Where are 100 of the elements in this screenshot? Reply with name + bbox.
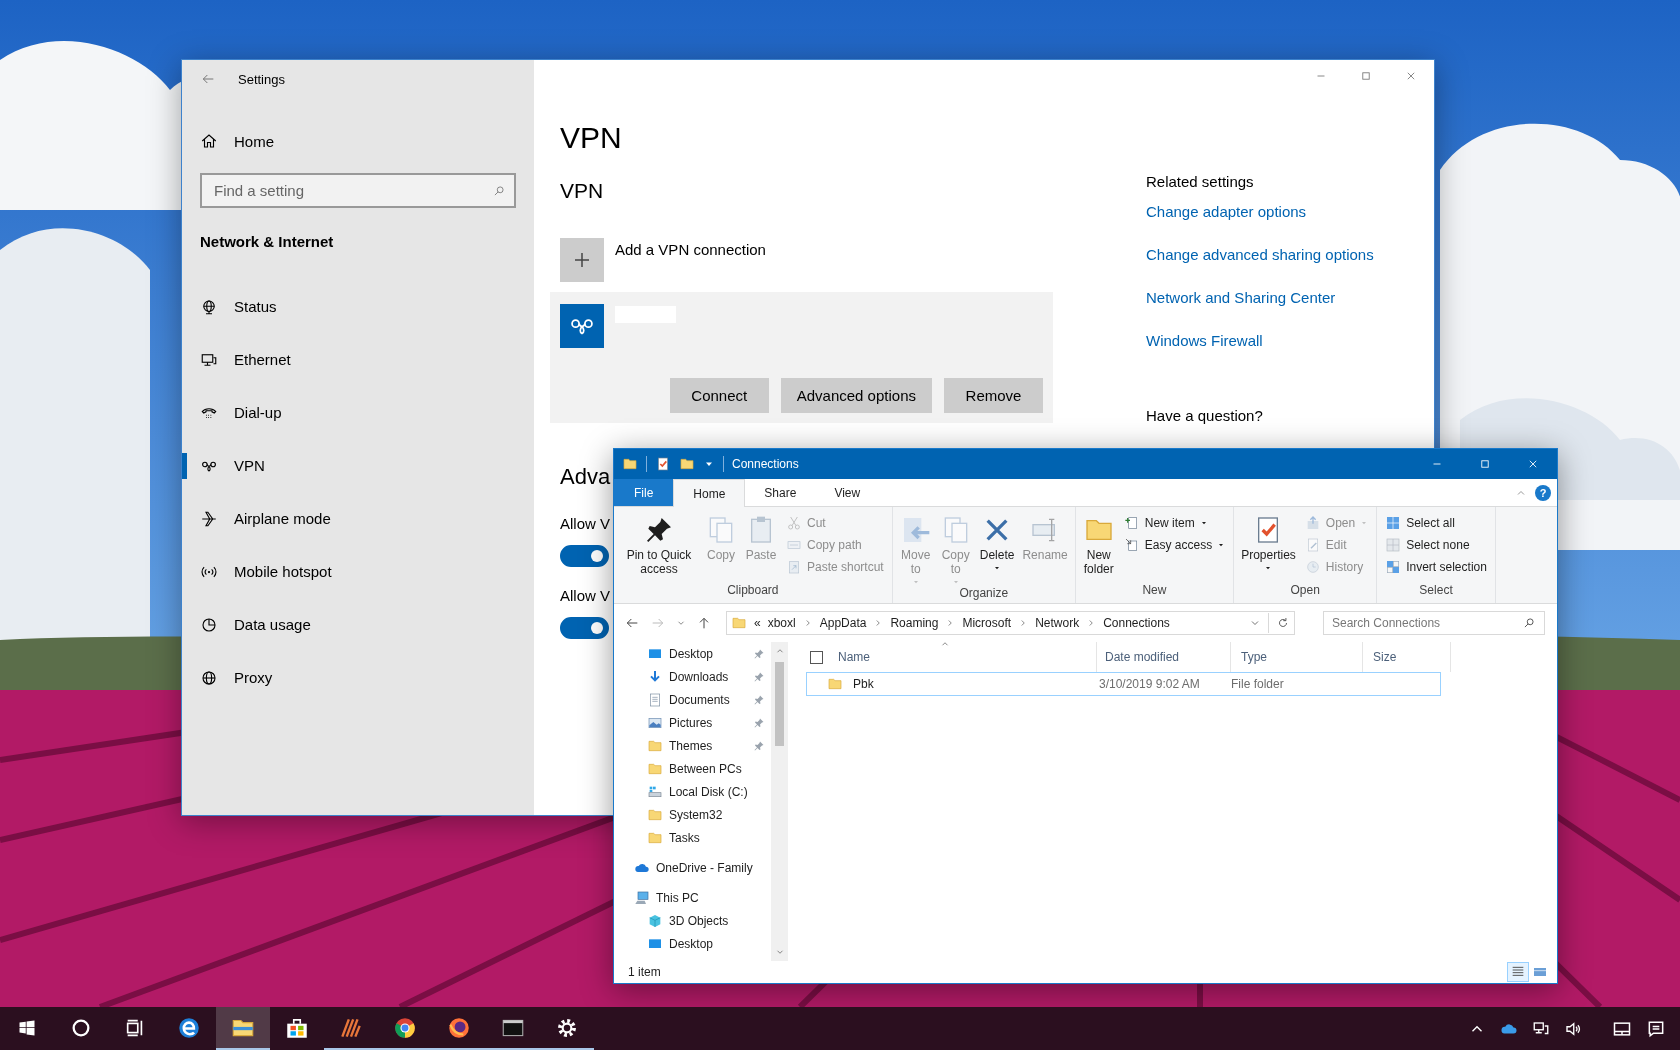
breadcrumb[interactable]: Connections <box>1103 616 1170 630</box>
maximize-icon[interactable] <box>1359 69 1373 83</box>
nav-item[interactable]: Local Disk (C:) <box>614 780 771 803</box>
home-icon <box>200 132 218 150</box>
ribbon-tab[interactable]: View <box>815 479 880 506</box>
sidebar-item[interactable]: Ethernet <box>182 333 534 386</box>
group-label: Open <box>1289 583 1321 599</box>
sidebar-item[interactable]: Dial-up <box>182 386 534 439</box>
column-header[interactable]: Date modified <box>1097 642 1231 672</box>
nav-item[interactable]: Documents <box>614 688 771 711</box>
history-icon <box>1304 559 1321 575</box>
sidebar-item[interactable]: Mobile hotspot <box>182 545 534 598</box>
invert-selection-icon <box>1385 559 1402 575</box>
help-button[interactable]: ? <box>1535 484 1551 501</box>
breadcrumb[interactable]: Network <box>1035 616 1080 630</box>
file-row[interactable]: Pbk 3/10/2019 9:02 AM File folder <box>806 672 1441 696</box>
breadcrumb[interactable]: AppData <box>819 616 867 630</box>
status-text: 1 item <box>628 965 661 979</box>
ribbon-button[interactable]: New folder <box>1079 510 1118 583</box>
taskbar-app[interactable] <box>216 1007 270 1050</box>
sidebar-item[interactable]: Proxy <box>182 651 534 704</box>
nav-item[interactable]: Desktop <box>614 932 771 955</box>
ribbon-button[interactable]: New item <box>1119 512 1230 534</box>
ribbon-tab[interactable]: Home <box>673 479 746 507</box>
search-icon <box>1522 616 1536 630</box>
related-title: Related settings <box>1146 172 1254 192</box>
page-title: VPN <box>560 120 623 156</box>
nav-item[interactable]: Themes <box>614 734 771 757</box>
search-input[interactable]: Find a setting <box>212 181 486 200</box>
search-input[interactable]: Search Connections <box>1332 614 1512 632</box>
ribbon-tab[interactable]: Share <box>745 479 816 506</box>
overflow-marker[interactable]: « <box>754 616 761 630</box>
nav-item[interactable]: Tasks <box>614 826 771 849</box>
document-icon <box>647 691 663 708</box>
nav-item[interactable]: 3D Objects <box>614 909 771 932</box>
airplane-icon <box>200 509 218 528</box>
home-link[interactable]: Home <box>182 121 534 161</box>
connection-button[interactable]: Advanced options <box>780 378 932 413</box>
nav-item[interactable]: Downloads <box>614 665 771 688</box>
ribbon-button[interactable]: Select none <box>1381 534 1491 556</box>
easy-access-icon <box>1123 537 1140 553</box>
related-link[interactable]: Network and Sharing Center <box>1146 286 1336 310</box>
nav-item[interactable]: Between PCs <box>614 757 771 780</box>
breadcrumb[interactable]: Roaming <box>890 616 939 630</box>
ribbon-button[interactable]: Select all <box>1381 512 1491 534</box>
folder-icon[interactable] <box>679 456 695 472</box>
ribbon-button[interactable]: Invert selection <box>1381 556 1491 578</box>
toggle-switch[interactable] <box>560 545 609 567</box>
ribbon-button[interactable]: Delete <box>976 510 1018 586</box>
connection-button[interactable]: Remove <box>944 378 1043 413</box>
nav-item[interactable]: This PC <box>614 886 771 909</box>
select-none-icon <box>1385 537 1402 553</box>
nav-item[interactable]: OneDrive - Family <box>614 856 771 879</box>
select-all-checkbox[interactable] <box>810 650 823 664</box>
column-header[interactable]: Size <box>1363 642 1451 672</box>
group-label: Clipboard <box>726 583 780 599</box>
view-button[interactable] <box>1507 962 1529 982</box>
shortcut-icon <box>786 559 802 575</box>
connection-card[interactable]: Connect Advanced options Remove <box>550 292 1053 423</box>
add-connection-label[interactable]: Add a VPN connection <box>615 238 766 262</box>
window-title: Connections <box>732 457 799 471</box>
address-bar[interactable]: « xboxl AppData Roaming Microsoft Network Connections <box>726 611 1295 635</box>
search-icon <box>492 183 506 198</box>
sidebar-item[interactable]: Data usage <box>182 598 534 651</box>
toggle-switch[interactable] <box>560 617 609 639</box>
related-link[interactable]: Change advanced sharing options <box>1146 243 1374 267</box>
globe-icon <box>200 668 218 687</box>
nav-item[interactable]: Pictures <box>614 711 771 734</box>
scroll-thumb[interactable] <box>775 662 784 746</box>
nav-item[interactable]: Desktop <box>614 642 771 665</box>
file-date: 3/10/2019 9:02 AM <box>1099 677 1201 691</box>
file-type: File folder <box>1231 677 1284 691</box>
file-menu-tab[interactable]: File <box>614 479 674 506</box>
connection-button[interactable]: Connect <box>669 378 769 413</box>
pie-chart-icon <box>200 615 218 634</box>
checklist-icon[interactable] <box>655 456 671 472</box>
scrollbar[interactable] <box>771 642 788 961</box>
nav-item[interactable]: System32 <box>614 803 771 826</box>
new-item-icon <box>1123 515 1140 531</box>
sidebar-item[interactable]: Airplane mode <box>182 492 534 545</box>
search-field[interactable]: Find a setting <box>200 173 516 208</box>
related-link[interactable]: Change adapter options <box>1146 200 1307 224</box>
related-link[interactable]: Windows Firewall <box>1146 329 1263 353</box>
ribbon-button[interactable]: Properties <box>1238 510 1299 583</box>
maximize-icon[interactable] <box>1478 457 1492 471</box>
folder-icon <box>622 456 638 472</box>
globe-icon <box>200 297 218 316</box>
column-header[interactable]: Type <box>1231 642 1363 672</box>
toggle-label: Allow V <box>560 514 611 534</box>
refresh-icon[interactable] <box>1276 616 1290 630</box>
breadcrumb[interactable]: xboxl <box>767 616 796 630</box>
breadcrumb[interactable]: Microsoft <box>962 616 1012 630</box>
ribbon-button[interactable]: Pin to Quick access <box>618 510 700 583</box>
section-title: Network & Internet <box>200 232 335 252</box>
add-button[interactable] <box>560 238 604 282</box>
ribbon-button[interactable]: Easy access <box>1119 534 1230 556</box>
column-header[interactable]: Name <box>828 642 1097 672</box>
file-name: Pbk <box>853 677 875 691</box>
sidebar-item[interactable]: Status <box>182 280 534 333</box>
computer-icon <box>634 889 650 906</box>
